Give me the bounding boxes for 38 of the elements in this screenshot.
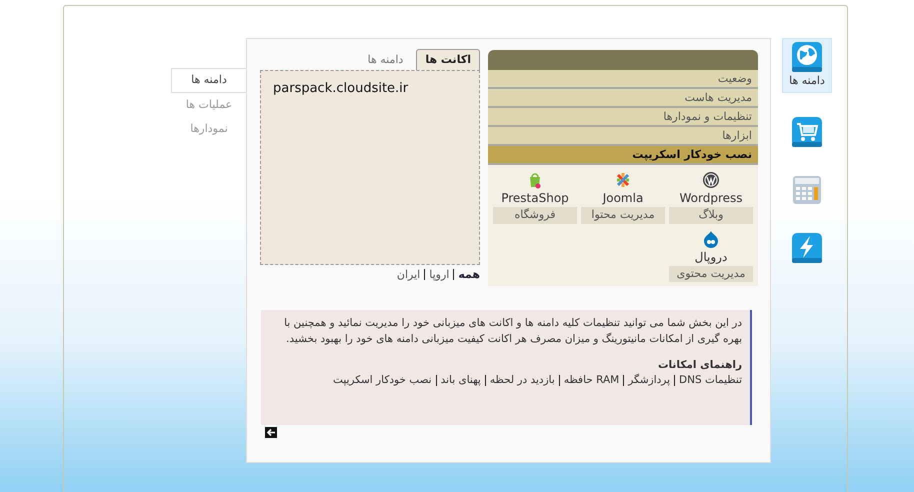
menu-item[interactable]: نصب خودکار اسکریپت xyxy=(488,146,758,165)
script-name[interactable]: دروپال xyxy=(694,248,728,266)
script-category: مدیریت محتوی xyxy=(669,266,753,282)
drop-logo-icon[interactable] xyxy=(702,230,720,248)
account-link[interactable]: parspack.cloudsite.ir xyxy=(273,79,467,98)
back-arrow-icon[interactable] xyxy=(265,427,277,438)
script-category: فروشگاه xyxy=(493,207,577,224)
script-name[interactable]: Joomla xyxy=(602,189,644,207)
feature-link[interactable]: RAM حافظه xyxy=(564,374,620,386)
filter-link[interactable]: همه xyxy=(458,268,480,281)
tab[interactable]: دامنه ها xyxy=(358,48,412,70)
script-name[interactable]: PrestaShop xyxy=(501,189,569,207)
menu-item[interactable]: تنظیمات و نمودارها xyxy=(488,108,758,127)
script-name[interactable]: Wordpress xyxy=(679,189,743,207)
script-category: مدیریت محتوا xyxy=(581,207,665,224)
lightning-icon xyxy=(791,232,823,264)
joomla-logo-icon[interactable] xyxy=(614,171,632,189)
menu-item[interactable]: وضعیت xyxy=(488,70,758,89)
info-paragraph: در این بخش شما می توانید تنظیمات کلیه دامنه ها و اکانت های میزبانی خود را مدیریت نمائید و همچنین با بهره گیری از امکانات مانیتورینگ و میزان مصرف هر اکانت کیفیت میزبانی دامنه های خود را بهبود بخشید. xyxy=(283,316,742,347)
feature-link[interactable]: تنظیمات DNS xyxy=(679,374,742,386)
shopping-cart-icon xyxy=(791,116,823,148)
globe-icon xyxy=(791,41,823,73)
calculator-icon xyxy=(791,174,823,206)
filter-link[interactable]: اروپا xyxy=(429,268,450,281)
feature-link[interactable]: بازدید در لحظه xyxy=(490,374,555,386)
filter-link[interactable]: ایران xyxy=(396,268,420,281)
feature-link[interactable]: پهنای باند xyxy=(440,374,481,386)
tab[interactable]: اکانت ها xyxy=(416,48,480,70)
feature-link[interactable]: پردازشگر xyxy=(628,374,670,386)
icon-bar-item[interactable]: دامنه ها xyxy=(782,38,832,92)
info-heading: راهنمای امکانات xyxy=(658,358,742,373)
script-category: وبلاگ xyxy=(669,207,753,224)
feature-link[interactable]: نصب خودکار اسکریپت xyxy=(333,374,432,386)
wordpress-logo-icon[interactable] xyxy=(702,171,720,189)
side-nav-item[interactable]: دامنه ها xyxy=(171,68,246,92)
menu-item[interactable]: ابزارها xyxy=(488,127,758,146)
menu-item[interactable]: مدیریت هاست xyxy=(488,89,758,108)
icon-label: دامنه ها xyxy=(789,73,825,89)
